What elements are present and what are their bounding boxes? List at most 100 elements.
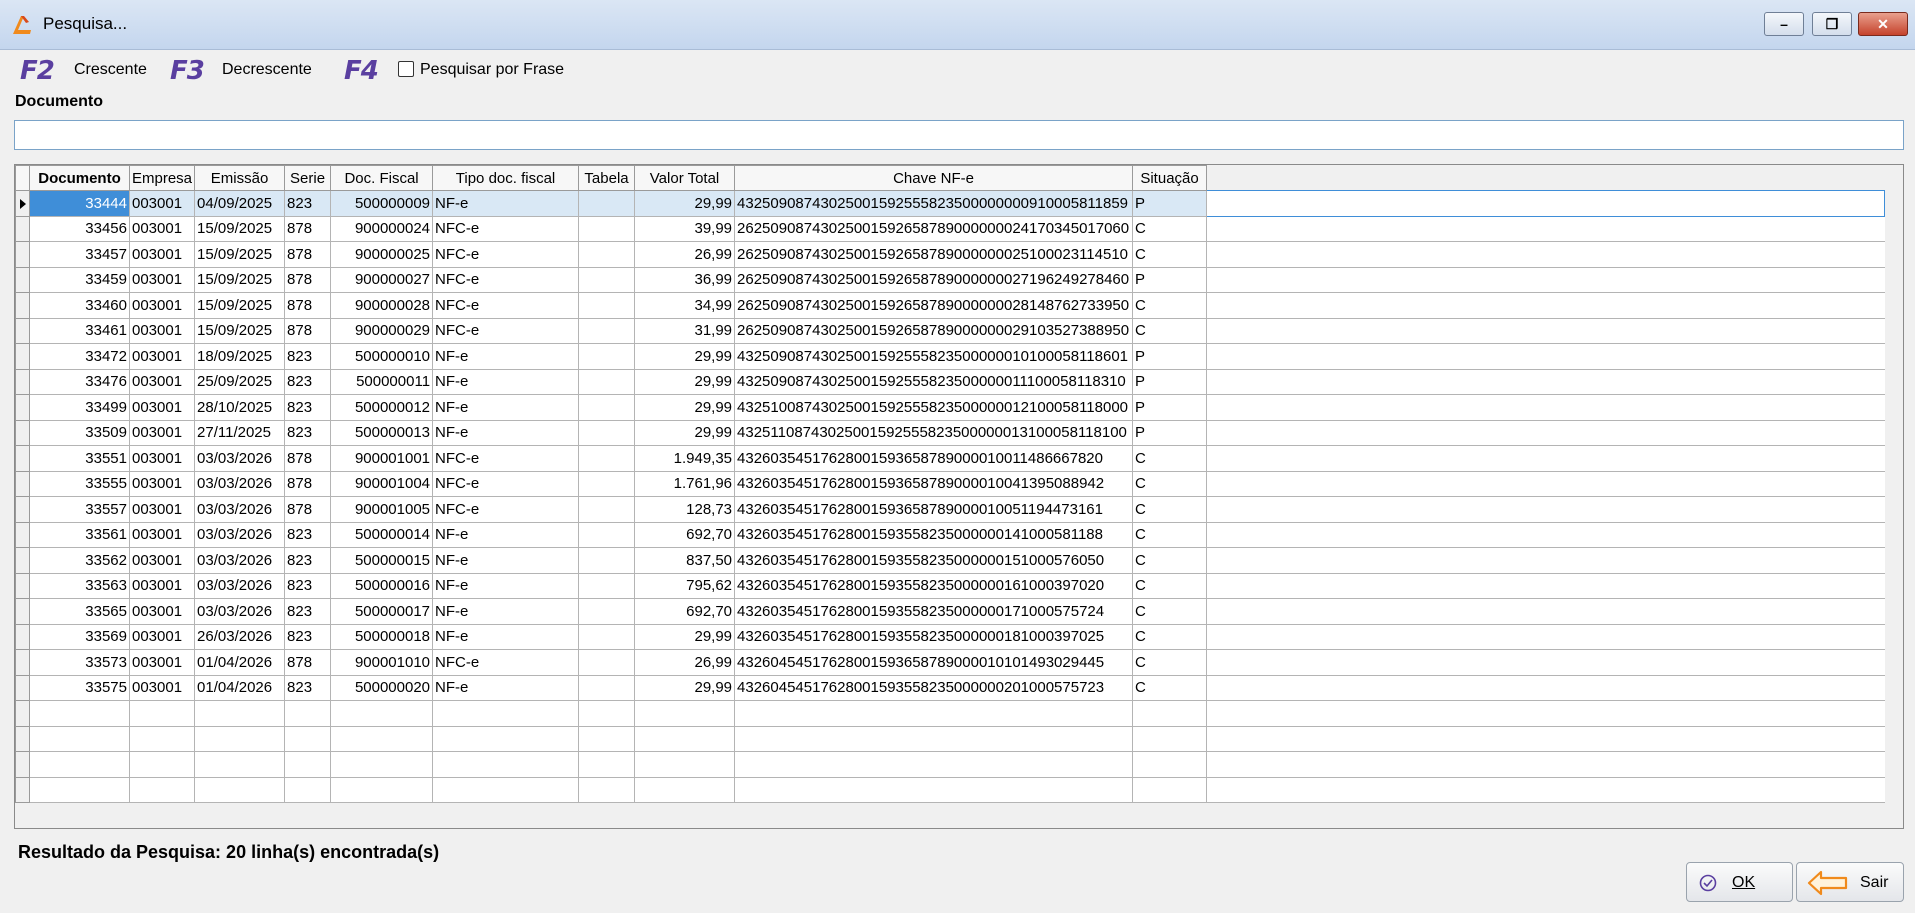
cell-serie[interactable]: 823 [284,598,332,625]
cell-situacao[interactable]: C [1132,445,1208,472]
minimize-button[interactable]: – [1764,12,1804,36]
cell-situacao[interactable]: C [1132,470,1208,497]
cell-empresa[interactable]: 003001 [128,368,196,395]
cell-tipo-doc-fiscal[interactable]: NFC-e [432,241,580,268]
cell-empresa[interactable]: 003001 [128,241,196,268]
table-row[interactable]: 33472 003001 18/09/2025 823 500000010 NF-e 29,… [15,343,1885,370]
cell-tabela[interactable] [578,572,636,599]
cell-situacao[interactable]: C [1132,623,1208,650]
cell-doc-fiscal[interactable]: 900001010 [330,649,434,676]
table-row[interactable]: 33569 003001 26/03/2026 823 500000018 NF-e 29,… [15,623,1885,650]
cell-documento[interactable]: 33551 [29,445,130,472]
cell-chave-nfe[interactable]: 4326035451762800159365878900001001148666… [734,445,1134,472]
cell-tabela[interactable] [578,521,636,548]
cell-doc-fiscal[interactable]: 900000027 [330,266,434,293]
cell-situacao[interactable]: C [1132,521,1208,548]
cell-serie[interactable]: 823 [284,547,332,574]
cell-valor-total[interactable]: 29,99 [634,190,736,217]
cell-serie[interactable]: 823 [284,521,332,548]
cell-valor-total[interactable]: 26,99 [634,649,736,676]
cell-valor-total[interactable]: 34,99 [634,292,736,319]
cell-valor-total[interactable]: 1.949,35 [634,445,736,472]
col-header-tabela[interactable]: Tabela [578,165,636,191]
phrase-search-label[interactable]: Pesquisar por Frase [420,61,564,79]
cell-valor-total[interactable]: 128,73 [634,496,736,523]
cell-tipo-doc-fiscal[interactable]: NF-e [432,623,580,650]
cell-tipo-doc-fiscal[interactable]: NF-e [432,368,580,395]
cell-empresa[interactable]: 003001 [128,521,196,548]
cell-serie[interactable]: 823 [284,190,332,217]
table-row[interactable]: 33457 003001 15/09/2025 878 900000025 NFC-e 26… [15,241,1885,268]
cell-emissao[interactable]: 03/03/2026 [194,572,286,599]
cell-situacao[interactable]: P [1132,368,1208,395]
cell-tabela[interactable] [578,368,636,395]
row-indicator[interactable] [15,445,30,472]
cell-emissao[interactable]: 28/10/2025 [194,394,286,421]
row-indicator[interactable] [15,547,30,574]
cell-empresa[interactable]: 003001 [128,266,196,293]
row-indicator[interactable] [15,368,30,395]
cell-documento[interactable]: 33509 [29,419,130,446]
cell-doc-fiscal[interactable]: 500000016 [330,572,434,599]
col-header-situacao[interactable]: Situação [1132,165,1208,191]
cell-empresa[interactable]: 003001 [128,292,196,319]
row-indicator[interactable] [15,623,30,650]
cell-situacao[interactable]: C [1132,317,1208,344]
cell-tabela[interactable] [578,190,636,217]
cell-empresa[interactable]: 003001 [128,674,196,701]
col-header-valor-total[interactable]: Valor Total [634,165,736,191]
cell-serie[interactable]: 823 [284,343,332,370]
cell-chave-nfe[interactable]: 4326035451762800159365878900001004139508… [734,470,1134,497]
results-grid[interactable]: Documento Empresa Emissão Serie Doc. Fis… [14,164,1904,829]
cell-chave-nfe[interactable]: 2625090874302500159265878900000002719624… [734,266,1134,293]
cell-situacao[interactable]: C [1132,547,1208,574]
cell-documento[interactable]: 33561 [29,521,130,548]
cell-doc-fiscal[interactable]: 900000028 [330,292,434,319]
cell-situacao[interactable]: P [1132,394,1208,421]
cell-valor-total[interactable]: 31,99 [634,317,736,344]
table-row[interactable]: 33565 003001 03/03/2026 823 500000017 NF-e 692… [15,598,1885,625]
cell-valor-total[interactable]: 795,62 [634,572,736,599]
cell-valor-total[interactable]: 29,99 [634,394,736,421]
cell-empresa[interactable]: 003001 [128,394,196,421]
cell-serie[interactable]: 823 [284,419,332,446]
cell-situacao[interactable]: P [1132,343,1208,370]
row-indicator[interactable] [15,317,30,344]
table-row[interactable]: 33459 003001 15/09/2025 878 900000027 NFC-e 36… [15,266,1885,293]
cell-situacao[interactable]: C [1132,215,1208,242]
table-row[interactable]: 33551 003001 03/03/2026 878 900001001 NFC-e 1.… [15,445,1885,472]
cell-chave-nfe[interactable]: 2625090874302500159265878900000002510002… [734,241,1134,268]
cell-chave-nfe[interactable]: 2625090874302500159265878900000002417034… [734,215,1134,242]
cell-serie[interactable]: 878 [284,317,332,344]
col-header-serie[interactable]: Serie [284,165,332,191]
exit-button[interactable]: Sair [1796,862,1904,902]
col-header-tipo-doc-fiscal[interactable]: Tipo doc. fiscal [432,165,580,191]
cell-doc-fiscal[interactable]: 500000011 [330,368,434,395]
table-row[interactable]: 33460 003001 15/09/2025 878 900000028 NFC-e 34… [15,292,1885,319]
cell-valor-total[interactable]: 29,99 [634,343,736,370]
cell-tipo-doc-fiscal[interactable]: NF-e [432,521,580,548]
cell-tipo-doc-fiscal[interactable]: NF-e [432,547,580,574]
cell-situacao[interactable]: C [1132,674,1208,701]
row-indicator[interactable] [15,521,30,548]
cell-doc-fiscal[interactable]: 500000010 [330,343,434,370]
sort-ascending-label[interactable]: Crescente [74,61,147,79]
cell-situacao[interactable]: P [1132,190,1208,217]
cell-documento[interactable]: 33472 [29,343,130,370]
cell-emissao[interactable]: 15/09/2025 [194,292,286,319]
cell-doc-fiscal[interactable]: 500000012 [330,394,434,421]
cell-doc-fiscal[interactable]: 500000020 [330,674,434,701]
cell-empresa[interactable]: 003001 [128,623,196,650]
cell-tipo-doc-fiscal[interactable]: NF-e [432,572,580,599]
cell-tipo-doc-fiscal[interactable]: NFC-e [432,317,580,344]
cell-valor-total[interactable]: 837,50 [634,547,736,574]
cell-empresa[interactable]: 003001 [128,547,196,574]
cell-serie[interactable]: 878 [284,266,332,293]
cell-documento[interactable]: 33499 [29,394,130,421]
cell-emissao[interactable]: 15/09/2025 [194,215,286,242]
cell-empresa[interactable]: 003001 [128,470,196,497]
cell-serie[interactable]: 878 [284,496,332,523]
row-indicator[interactable] [15,419,30,446]
cell-chave-nfe[interactable]: 4325090874302500159255582350000000091000… [734,190,1134,217]
cell-documento[interactable]: 33565 [29,598,130,625]
